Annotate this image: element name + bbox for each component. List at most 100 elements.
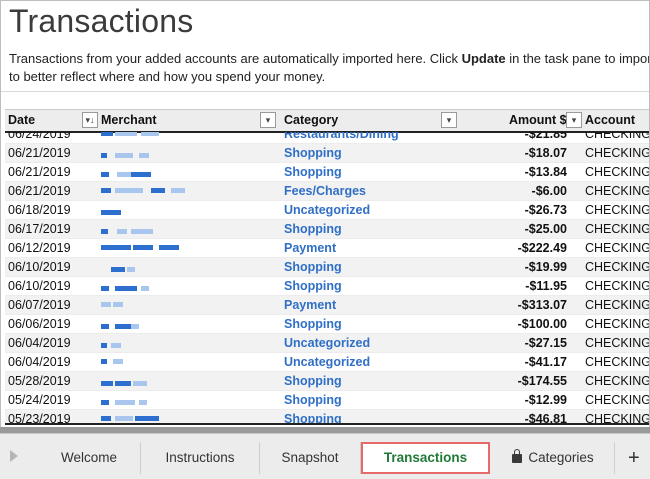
- account-cell[interactable]: CHECKING: [585, 144, 649, 163]
- category-cell[interactable]: Shopping: [284, 410, 342, 424]
- account-cell[interactable]: CHECKING: [585, 182, 649, 201]
- table-row[interactable]: 06/21/2019 Shopping -$18.07 CHECKING: [5, 144, 649, 163]
- account-cell[interactable]: CHECKING: [585, 132, 649, 144]
- date-cell[interactable]: 05/28/2019: [8, 372, 71, 391]
- table-row[interactable]: 05/28/2019 Shopping -$174.55 CHECKING: [5, 372, 649, 391]
- merchant-cell-redacted[interactable]: [101, 132, 191, 141]
- account-cell[interactable]: CHECKING: [585, 353, 649, 372]
- amount-cell[interactable]: -$12.99: [475, 391, 567, 410]
- category-cell[interactable]: Shopping: [284, 315, 342, 334]
- header-date[interactable]: Date: [8, 110, 35, 131]
- account-cell[interactable]: CHECKING: [585, 201, 649, 220]
- account-cell[interactable]: CHECKING: [585, 163, 649, 182]
- merchant-cell-redacted[interactable]: [101, 167, 191, 179]
- account-cell[interactable]: CHECKING: [585, 372, 649, 391]
- merchant-cell-redacted[interactable]: [101, 205, 191, 217]
- tab-transactions[interactable]: Transactions: [361, 442, 490, 474]
- header-merchant[interactable]: Merchant: [101, 110, 157, 131]
- amount-cell[interactable]: -$41.17: [475, 353, 567, 372]
- date-cell[interactable]: 06/04/2019: [8, 334, 71, 353]
- merchant-cell-redacted[interactable]: [101, 186, 191, 198]
- amount-cell[interactable]: -$46.81: [475, 410, 567, 424]
- account-cell[interactable]: CHECKING: [585, 220, 649, 239]
- tab-categories[interactable]: Categories: [492, 442, 615, 474]
- tab-instructions[interactable]: Instructions: [141, 442, 260, 474]
- date-cell[interactable]: 05/23/2019: [8, 410, 71, 424]
- add-sheet-button[interactable]: +: [628, 442, 640, 474]
- amount-cell[interactable]: -$25.00: [475, 220, 567, 239]
- category-cell[interactable]: Shopping: [284, 144, 342, 163]
- category-cell[interactable]: Uncategorized: [284, 334, 370, 353]
- amount-cell[interactable]: -$11.95: [475, 277, 567, 296]
- category-cell[interactable]: Payment: [284, 296, 336, 315]
- amount-cell[interactable]: -$13.84: [475, 163, 567, 182]
- date-cell[interactable]: 05/24/2019: [8, 391, 71, 410]
- merchant-cell-redacted[interactable]: [101, 338, 191, 350]
- category-cell[interactable]: Shopping: [284, 163, 342, 182]
- table-row[interactable]: 05/24/2019 Shopping -$12.99 CHECKING: [5, 391, 649, 410]
- account-cell[interactable]: CHECKING: [585, 258, 649, 277]
- date-cell[interactable]: 06/21/2019: [8, 163, 71, 182]
- merchant-filter-icon[interactable]: ▾: [260, 112, 276, 128]
- table-row[interactable]: 06/07/2019 Payment -$313.07 CHECKING: [5, 296, 649, 315]
- account-cell[interactable]: CHECKING: [585, 410, 649, 424]
- account-cell[interactable]: CHECKING: [585, 315, 649, 334]
- tab-snapshot[interactable]: Snapshot: [260, 442, 361, 474]
- table-row[interactable]: 06/18/2019 Uncategorized -$26.73 CHECKING: [5, 201, 649, 220]
- date-cell[interactable]: 06/24/2019: [8, 132, 71, 144]
- amount-cell[interactable]: -$21.85: [475, 132, 567, 144]
- header-category[interactable]: Category: [284, 110, 338, 131]
- category-cell[interactable]: Shopping: [284, 391, 342, 410]
- category-filter-icon[interactable]: ▾: [441, 112, 457, 128]
- merchant-cell-redacted[interactable]: [101, 395, 191, 407]
- category-cell[interactable]: Fees/Charges: [284, 182, 366, 201]
- account-cell[interactable]: CHECKING: [585, 239, 649, 258]
- table-row[interactable]: 06/21/2019 Fees/Charges -$6.00 CHECKING: [5, 182, 649, 201]
- category-cell[interactable]: Shopping: [284, 372, 342, 391]
- merchant-cell-redacted[interactable]: [101, 300, 191, 312]
- category-cell[interactable]: Payment: [284, 239, 336, 258]
- category-cell[interactable]: Uncategorized: [284, 201, 370, 220]
- amount-filter-icon[interactable]: ▾: [566, 112, 582, 128]
- merchant-cell-redacted[interactable]: [101, 243, 191, 255]
- table-row[interactable]: 06/04/2019 Uncategorized -$41.17 CHECKING: [5, 353, 649, 372]
- category-cell[interactable]: Uncategorized: [284, 353, 370, 372]
- date-cell[interactable]: 06/21/2019: [8, 144, 71, 163]
- table-row[interactable]: 06/17/2019 Shopping -$25.00 CHECKING: [5, 220, 649, 239]
- date-sort-filter-icon[interactable]: ▾↓: [82, 112, 98, 128]
- merchant-cell-redacted[interactable]: [101, 357, 191, 369]
- merchant-cell-redacted[interactable]: [101, 262, 191, 274]
- table-row[interactable]: 06/12/2019 Payment -$222.49 CHECKING: [5, 239, 649, 258]
- table-row[interactable]: 06/10/2019 Shopping -$19.99 CHECKING: [5, 258, 649, 277]
- account-cell[interactable]: CHECKING: [585, 391, 649, 410]
- category-cell[interactable]: Shopping: [284, 220, 342, 239]
- date-cell[interactable]: 06/07/2019: [8, 296, 71, 315]
- merchant-cell-redacted[interactable]: [101, 148, 191, 160]
- category-cell[interactable]: Restaurants/Dining: [284, 132, 399, 144]
- header-amount[interactable]: Amount $: [509, 110, 567, 131]
- date-cell[interactable]: 06/10/2019: [8, 258, 71, 277]
- account-cell[interactable]: CHECKING: [585, 277, 649, 296]
- date-cell[interactable]: 06/21/2019: [8, 182, 71, 201]
- merchant-cell-redacted[interactable]: [101, 376, 191, 388]
- amount-cell[interactable]: -$313.07: [475, 296, 567, 315]
- table-row[interactable]: 06/04/2019 Uncategorized -$27.15 CHECKING: [5, 334, 649, 353]
- amount-cell[interactable]: -$222.49: [475, 239, 567, 258]
- amount-cell[interactable]: -$100.00: [475, 315, 567, 334]
- table-row[interactable]: 06/21/2019 Shopping -$13.84 CHECKING: [5, 163, 649, 182]
- table-row[interactable]: 05/23/2019 Shopping -$46.81 CHECKING: [5, 410, 649, 424]
- account-cell[interactable]: CHECKING: [585, 296, 649, 315]
- date-cell[interactable]: 06/10/2019: [8, 277, 71, 296]
- merchant-cell-redacted[interactable]: [101, 281, 191, 293]
- date-cell[interactable]: 06/18/2019: [8, 201, 71, 220]
- merchant-cell-redacted[interactable]: [101, 224, 191, 236]
- category-cell[interactable]: Shopping: [284, 258, 342, 277]
- amount-cell[interactable]: -$18.07: [475, 144, 567, 163]
- scroll-tabs-right-icon[interactable]: [10, 450, 18, 462]
- date-cell[interactable]: 06/17/2019: [8, 220, 71, 239]
- amount-cell[interactable]: -$19.99: [475, 258, 567, 277]
- header-account[interactable]: Account: [585, 110, 635, 131]
- amount-cell[interactable]: -$27.15: [475, 334, 567, 353]
- date-cell[interactable]: 06/12/2019: [8, 239, 71, 258]
- table-row[interactable]: 06/24/2019 Restaurants/Dining -$21.85 CHECK…: [5, 132, 649, 144]
